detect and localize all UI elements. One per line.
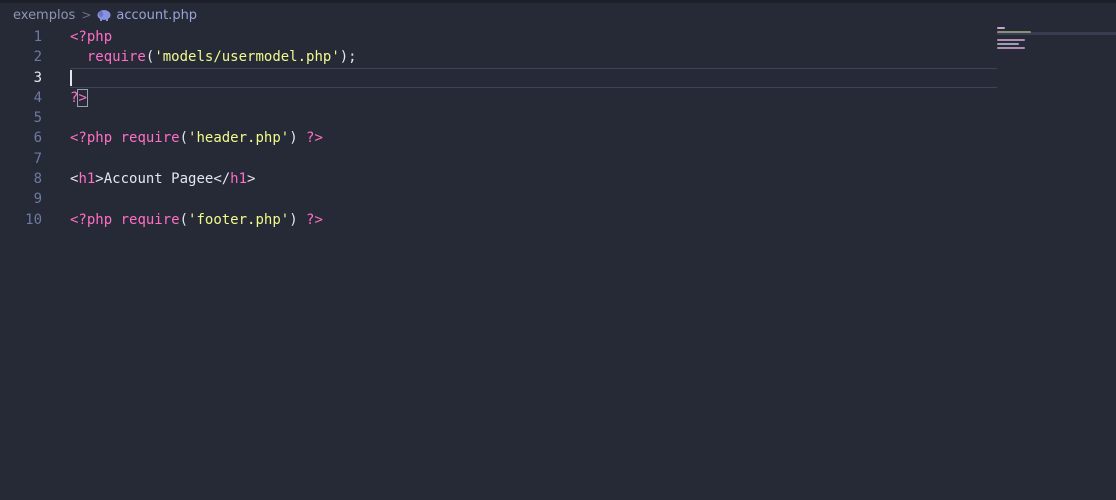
require-keyword: require: [112, 211, 180, 228]
breadcrumb-file[interactable]: account.php: [116, 8, 197, 23]
html-tag-name: h1: [230, 171, 248, 188]
html-gt: >: [247, 171, 256, 188]
php-open-tag: <?php: [70, 211, 113, 228]
html-gt: >: [95, 171, 104, 188]
string-literal: 'footer.php': [188, 211, 290, 228]
code-line[interactable]: <?php require('footer.php') ?>: [70, 210, 997, 230]
code-line[interactable]: [70, 149, 997, 169]
line-number: 6: [33, 130, 42, 147]
minimap-line: [997, 27, 1005, 29]
code-editor[interactable]: exemplos > account.php 1 2 3 4 5 6 7 8 9…: [0, 0, 1116, 500]
line-number: 8: [33, 171, 42, 188]
html-text: Account Pagee: [103, 171, 214, 188]
text-cursor: [70, 69, 72, 86]
breadcrumb-separator: >: [81, 8, 92, 22]
line-number: 7: [33, 150, 42, 167]
code-line[interactable]: [70, 108, 997, 128]
php-close-tag: ?>: [297, 130, 323, 147]
minimap-line: [997, 39, 1025, 41]
code-area[interactable]: <?php require('models/usermodel.php'); ?…: [70, 27, 997, 230]
breadcrumb: exemplos > account.php: [13, 3, 197, 27]
line-number: 1: [33, 29, 42, 45]
code-line-current[interactable]: [70, 68, 997, 88]
html-close-lt: </: [213, 171, 231, 188]
line-number: 4: [33, 89, 42, 106]
line-number-gutter: 1 2 3 4 5 6 7 8 9 10: [0, 27, 56, 230]
paren-close: );: [339, 49, 357, 66]
php-open-tag: <?php: [70, 29, 113, 45]
minimap-line: [997, 47, 1025, 49]
code-line[interactable]: <?php require('header.php') ?>: [70, 128, 997, 148]
php-close-tag-gt: >: [77, 88, 88, 107]
minimap-line: [997, 43, 1019, 45]
line-number: 9: [33, 191, 42, 208]
breadcrumb-folder[interactable]: exemplos: [13, 8, 75, 23]
minimap[interactable]: [997, 27, 1116, 67]
paren-close: ): [289, 130, 298, 147]
php-close-tag: ?>: [297, 211, 323, 228]
minimap-slider[interactable]: [997, 32, 1116, 35]
paren-close: ): [289, 211, 298, 228]
string-literal: 'models/usermodel.php': [154, 49, 340, 66]
line-number-active: 3: [33, 69, 42, 86]
require-keyword: require: [86, 49, 146, 66]
paren-open: (: [179, 130, 189, 147]
line-number: 2: [33, 49, 42, 66]
require-keyword: require: [112, 130, 180, 147]
string-literal: 'header.php': [188, 130, 290, 147]
code-line[interactable]: <?php: [70, 27, 997, 47]
code-line[interactable]: ?>: [70, 88, 997, 108]
code-line[interactable]: [70, 189, 997, 209]
html-tag-name: h1: [78, 171, 96, 188]
php-elephant-icon: [97, 10, 111, 21]
line-number: 10: [25, 211, 42, 228]
php-open-tag: <?php: [70, 130, 113, 147]
code-line[interactable]: <h1>Account Pagee</h1>: [70, 169, 997, 189]
line-number: 5: [33, 110, 42, 127]
paren-open: (: [179, 211, 189, 228]
code-line[interactable]: require('models/usermodel.php');: [70, 47, 997, 67]
